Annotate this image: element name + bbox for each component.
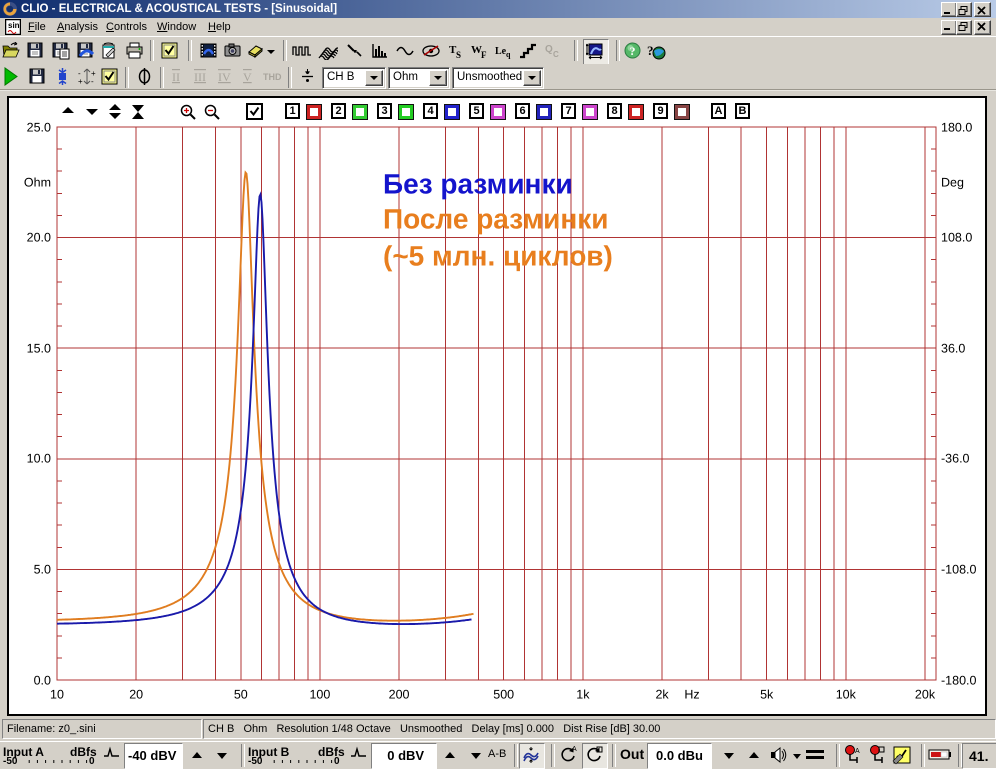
svg-text:50: 50: [234, 688, 248, 702]
svg-text:-50: -50: [3, 756, 18, 766]
svg-text:A: A: [572, 746, 577, 753]
svg-text:1k: 1k: [576, 688, 590, 702]
svg-text:20k: 20k: [915, 688, 936, 702]
svg-text:sin: sin: [8, 21, 20, 30]
svg-text:После разминки: После разминки: [383, 204, 609, 235]
svg-text:V: V: [243, 70, 252, 84]
svg-text:200: 200: [389, 688, 410, 702]
svg-text:108.0: 108.0: [941, 231, 972, 245]
svg-text:IV: IV: [218, 70, 231, 84]
svg-text:Deg: Deg: [941, 176, 964, 190]
svg-text:10k: 10k: [836, 688, 857, 702]
svg-text:Ohm: Ohm: [24, 176, 51, 190]
svg-text:Le: Le: [495, 46, 507, 57]
svg-text:5k: 5k: [760, 688, 774, 702]
svg-text:20: 20: [129, 688, 143, 702]
svg-text:(~5 млн. циклов): (~5 млн. циклов): [383, 241, 613, 272]
svg-text:10: 10: [50, 688, 64, 702]
svg-text:q: q: [506, 50, 511, 59]
svg-text:0.0: 0.0: [34, 674, 51, 688]
svg-text:-50: -50: [248, 756, 263, 766]
svg-text:+: +: [78, 77, 83, 86]
svg-text:THD: THD: [263, 72, 282, 82]
svg-text:Q: Q: [545, 44, 553, 55]
svg-text:500: 500: [493, 688, 514, 702]
svg-text:?: ?: [647, 43, 654, 58]
svg-text:C: C: [553, 50, 559, 59]
svg-text:?: ?: [630, 44, 636, 58]
svg-text:36.0: 36.0: [941, 342, 965, 356]
svg-text:F: F: [481, 50, 487, 60]
svg-text:5.0: 5.0: [34, 563, 51, 577]
svg-text:III: III: [194, 70, 206, 84]
svg-text:-: -: [91, 77, 94, 86]
svg-text:2k: 2k: [655, 688, 669, 702]
svg-text:0: 0: [89, 756, 95, 766]
svg-text:20.0: 20.0: [27, 231, 51, 245]
svg-text:100: 100: [309, 688, 330, 702]
svg-text:S: S: [456, 50, 461, 60]
svg-text:15.0: 15.0: [27, 342, 51, 356]
svg-text:180.0: 180.0: [941, 121, 972, 135]
svg-text:-180.0: -180.0: [941, 674, 976, 688]
svg-text:10.0: 10.0: [27, 452, 51, 466]
svg-text:-108.0: -108.0: [941, 563, 976, 577]
svg-text:25.0: 25.0: [27, 121, 51, 135]
svg-text:0: 0: [334, 756, 340, 766]
svg-text:Без разминки: Без разминки: [383, 169, 573, 200]
svg-text:-36.0: -36.0: [941, 452, 970, 466]
svg-text:Hz: Hz: [684, 688, 699, 702]
svg-text:II: II: [172, 70, 180, 84]
svg-text:A: A: [855, 748, 860, 755]
